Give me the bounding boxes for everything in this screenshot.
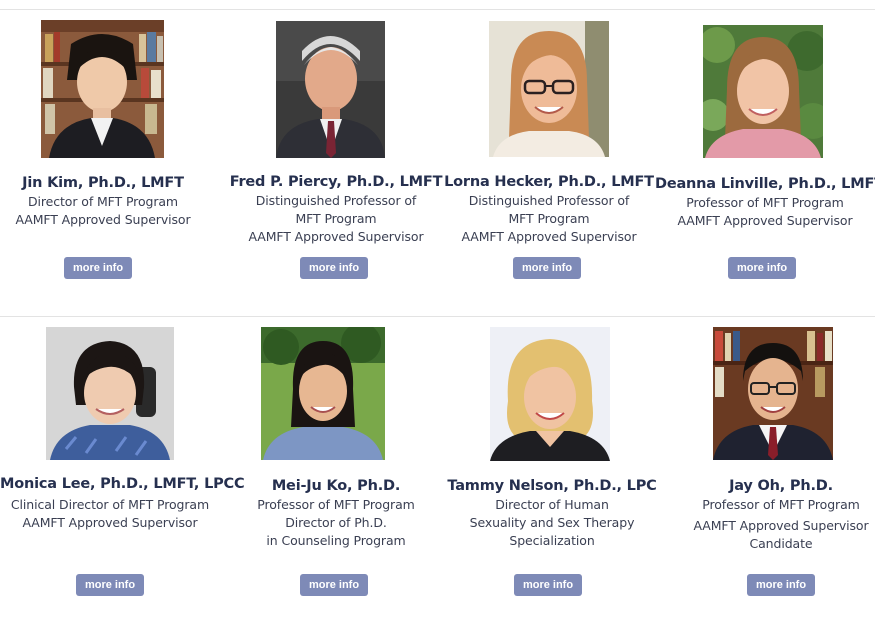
person-name: Tammy Nelson, Ph.D., LPC	[447, 478, 657, 494]
person-name: Fred P. Piercy, Ph.D., LMFT	[229, 174, 443, 190]
person-title-line: Director of Human	[495, 497, 609, 512]
photo-lorna-hecker	[489, 21, 609, 157]
person-title-line: Director of Ph.D.	[285, 515, 387, 530]
person-title-line: Professor of MFT Program	[686, 195, 844, 210]
person-title-line: Sexuality and Sex Therapy	[469, 515, 635, 530]
photo-jay-oh	[713, 327, 833, 460]
photo-fred-piercy	[276, 21, 385, 158]
faculty-card: Mei-Ju Ko, Ph.D. Professor of MFT Progra…	[226, 316, 446, 621]
person-name: Jay Oh, Ph.D.	[729, 478, 833, 494]
person-name: Lorna Hecker, Ph.D., LMFT	[444, 174, 654, 190]
person-title-line: Professor of MFT Program	[257, 497, 415, 512]
photo-tammy-nelson	[490, 327, 610, 461]
person-title-line: AAMFT Approved Supervisor	[22, 515, 198, 530]
person-title-line: AAMFT Approved Supervisor	[248, 229, 424, 244]
person-title-line: Distinguished Professor of	[468, 193, 630, 208]
photo-monica-lee	[46, 327, 174, 460]
faculty-card: Tammy Nelson, Ph.D., LPC Director of Hum…	[442, 316, 662, 621]
person-name: Jin Kim, Ph.D., LMFT	[22, 175, 184, 191]
person-title-line: AAMFT Approved Supervisor	[693, 518, 869, 533]
more-info-button[interactable]: more info	[747, 574, 815, 596]
photo-deanna-linville	[703, 25, 823, 158]
faculty-card: Monica Lee, Ph.D., LMFT, LPCC Clinical D…	[0, 316, 245, 621]
person-title-line: AAMFT Approved Supervisor	[461, 229, 637, 244]
faculty-card: Lorna Hecker, Ph.D., LMFT Distinguished …	[439, 0, 659, 300]
more-info-button[interactable]: more info	[300, 257, 368, 279]
person-title-line: Candidate	[749, 536, 813, 551]
faculty-card: Jin Kim, Ph.D., LMFT Director of MFT Pro…	[0, 0, 213, 300]
faculty-card: Jay Oh, Ph.D. Professor of MFT Program A…	[671, 316, 875, 621]
person-title-line: Specialization	[509, 533, 595, 548]
photo-mei-ju-ko	[261, 327, 385, 460]
more-info-button[interactable]: more info	[76, 574, 144, 596]
more-info-button[interactable]: more info	[300, 574, 368, 596]
faculty-card: Deanna Linville, Ph.D., LMFT Professor o…	[655, 0, 875, 300]
person-title-line: AAMFT Approved Supervisor	[677, 213, 853, 228]
person-title-line: in Counseling Program	[266, 533, 406, 548]
person-title-line: Clinical Director of MFT Program	[10, 497, 210, 512]
person-title-line: Professor of MFT Program	[702, 497, 860, 512]
more-info-button[interactable]: more info	[514, 574, 582, 596]
person-title-line: MFT Program	[295, 211, 377, 226]
person-name: Mei-Ju Ko, Ph.D.	[271, 478, 401, 494]
more-info-button[interactable]: more info	[728, 257, 796, 279]
photo-jin-kim	[41, 20, 164, 158]
person-name: Monica Lee, Ph.D., LMFT, LPCC	[0, 476, 245, 492]
more-info-button[interactable]: more info	[64, 257, 132, 279]
more-info-button[interactable]: more info	[513, 257, 581, 279]
person-title-line: Director of MFT Program	[27, 194, 178, 209]
person-title-line: MFT Program	[508, 211, 590, 226]
person-title-line: AAMFT Approved Supervisor	[15, 212, 191, 227]
faculty-card: Fred P. Piercy, Ph.D., LMFT Distinguishe…	[226, 0, 446, 300]
person-name: Deanna Linville, Ph.D., LMFT	[655, 176, 875, 192]
person-title-line: Distinguished Professor of	[255, 193, 417, 208]
